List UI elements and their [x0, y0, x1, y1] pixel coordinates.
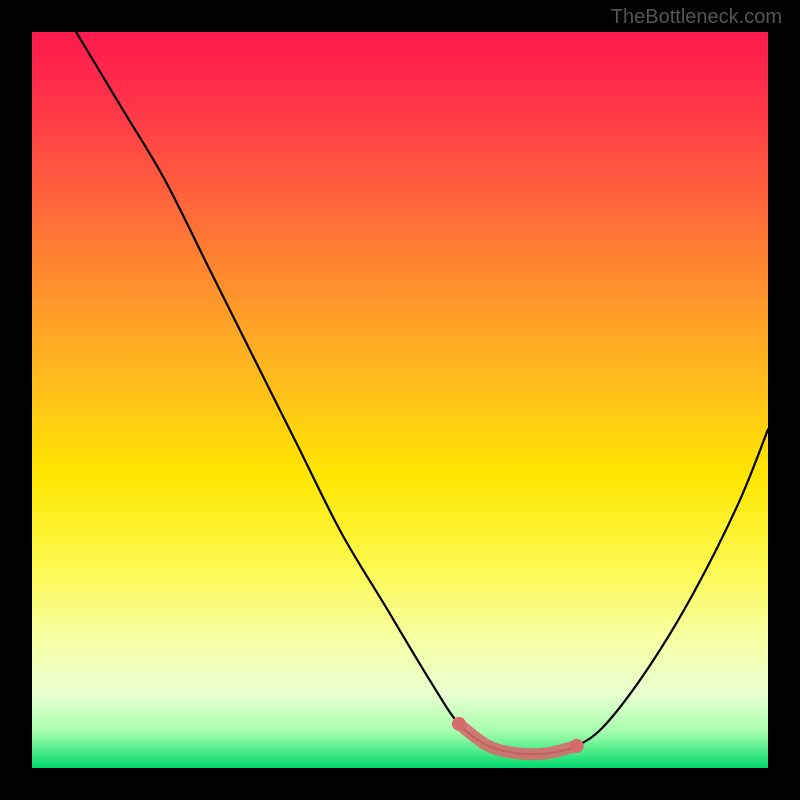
optimal-region-highlight: [459, 724, 577, 754]
watermark-text: TheBottleneck.com: [611, 6, 782, 29]
highlight-endpoint: [452, 717, 466, 731]
highlight-endpoint: [570, 739, 584, 753]
bottleneck-curve: [32, 32, 768, 754]
chart-svg: [32, 32, 768, 768]
plot-area: [32, 32, 768, 768]
